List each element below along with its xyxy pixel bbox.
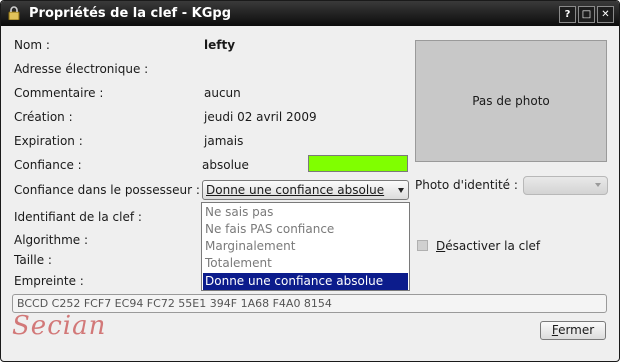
option-ne-sais-pas[interactable]: Ne sais pas xyxy=(203,204,408,221)
chevron-down-icon xyxy=(398,188,404,193)
trust-value: absolue xyxy=(202,158,249,172)
creation-label: Création : xyxy=(14,110,73,124)
option-marginalement[interactable]: Marginalement xyxy=(203,238,408,255)
option-totalement[interactable]: Totalement xyxy=(203,255,408,272)
expiration-value: jamais xyxy=(204,134,244,148)
close-button[interactable]: Fermer xyxy=(540,321,606,340)
owner-trust-label: Confiance dans le possesseur : xyxy=(14,183,200,197)
fingerprint-label: Empreinte : xyxy=(14,274,84,288)
option-confiance-absolue[interactable]: Donne une confiance absolue xyxy=(203,273,408,290)
help-button[interactable]: ? xyxy=(559,6,576,23)
name-value: lefty xyxy=(204,38,236,52)
photo-placeholder: Pas de photo xyxy=(472,94,550,108)
owner-trust-selected: Donne une confiance absolue xyxy=(206,183,385,197)
disable-key-checkbox[interactable] xyxy=(417,240,428,251)
watermark-signature: Secian xyxy=(12,311,107,341)
comment-value: aucun xyxy=(204,86,241,100)
expiration-label: Expiration : xyxy=(14,134,83,148)
photo-id-label: Photo d'identité : xyxy=(415,178,518,192)
window-title: Propriétés de la clef - KGpg xyxy=(29,6,231,21)
maximize-button[interactable]: □ xyxy=(578,6,595,23)
title-bar[interactable]: Propriétés de la clef - KGpg ? □ ✕ xyxy=(1,1,619,26)
chevron-down-icon xyxy=(595,183,601,187)
close-window-button[interactable]: ✕ xyxy=(597,6,614,23)
name-label: Nom : xyxy=(14,38,50,52)
trust-label: Confiance : xyxy=(14,158,82,172)
disable-key-label[interactable]: Désactiver la clef xyxy=(436,239,540,253)
photo-area: Pas de photo xyxy=(415,40,607,162)
comment-label: Commentaire : xyxy=(14,86,104,100)
disable-key-mnemonic: D xyxy=(436,239,446,253)
photo-id-combo[interactable] xyxy=(523,176,608,195)
key-properties-window: Propriétés de la clef - KGpg ? □ ✕ Nom :… xyxy=(0,0,620,362)
lock-icon xyxy=(8,6,20,20)
close-button-label-rest: ermer xyxy=(558,323,595,337)
owner-trust-combo[interactable]: Donne une confiance absolue xyxy=(202,180,409,200)
disable-key-label-rest: ésactiver la clef xyxy=(445,239,541,253)
owner-trust-dropdown[interactable]: Ne sais pas Ne fais PAS confiance Margin… xyxy=(201,202,410,291)
creation-value: jeudi 02 avril 2009 xyxy=(204,110,317,124)
trust-color-swatch xyxy=(308,155,408,172)
email-label: Adresse électronique : xyxy=(14,62,149,76)
key-id-label: Identifiant de la clef : xyxy=(14,210,142,224)
algorithm-label: Algorithme : xyxy=(14,233,89,247)
size-label: Taille : xyxy=(14,253,52,267)
option-ne-fais-pas-confiance[interactable]: Ne fais PAS confiance xyxy=(203,221,408,238)
